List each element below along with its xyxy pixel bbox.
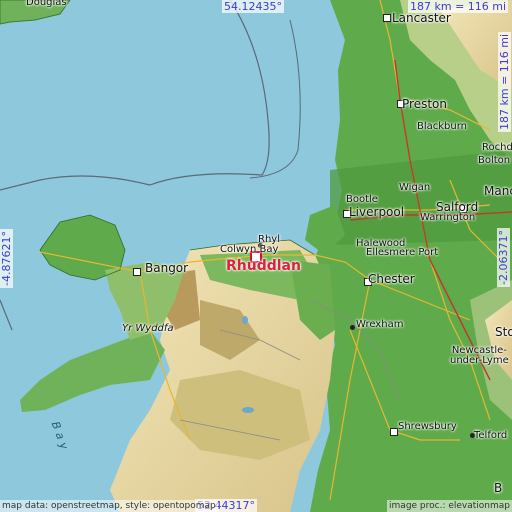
attribution-left[interactable]: map data: openstreetmap, style: opentopo…	[0, 500, 218, 512]
place-wigan: Wigan	[399, 182, 431, 193]
attribution-right[interactable]: image proc.: elevationmap	[387, 500, 512, 512]
place-bangor: Bangor	[145, 261, 189, 275]
lancaster-marker	[383, 14, 391, 22]
wrexham-dot	[350, 325, 355, 330]
place-lancaster: Lancaster	[392, 11, 451, 25]
place-bootle: Bootle	[346, 194, 378, 205]
place-stoke: Sto	[495, 325, 512, 339]
place-rochdale: Rochdale	[482, 142, 512, 153]
scale-top: 187 km = 116 mi	[408, 0, 509, 13]
place-douglas: Douglas	[26, 0, 67, 8]
place-yr-wyddfa: Yr Wyddfa	[122, 323, 174, 334]
map-title: Rhuddlan	[226, 258, 301, 274]
coord-left: -4.87621°	[0, 229, 13, 288]
coord-right: -2.06371°	[497, 228, 510, 287]
place-b: B	[494, 481, 503, 495]
place-warrington: Warrington	[420, 212, 476, 223]
topographic-map[interactable]: Douglas Lancaster Preston Blackburn Roch…	[0, 0, 512, 512]
place-wrexham: Wrexham	[356, 319, 404, 330]
scale-right: 187 km = 116 mi	[498, 31, 511, 132]
shrewsbury-marker	[390, 428, 398, 436]
place-manchester: Manc	[484, 184, 512, 198]
place-telford: Telford	[474, 430, 508, 441]
place-ellesmere-port: Ellesmere Port	[366, 247, 439, 258]
place-chester: Chester	[368, 272, 415, 286]
place-shrewsbury: Shrewsbury	[398, 421, 457, 432]
place-newcastle-under-lyme: Newcastle- under-Lyme	[450, 345, 509, 366]
place-blackburn: Blackburn	[417, 121, 468, 132]
place-bolton: Bolton	[478, 155, 511, 166]
place-preston: Preston	[402, 97, 447, 111]
bangor-marker	[133, 268, 141, 276]
place-liverpool: Liverpool	[349, 205, 405, 219]
coord-top: 54.12435°	[222, 0, 284, 13]
place-colwyn-bay: Colwyn Bay	[220, 244, 279, 255]
